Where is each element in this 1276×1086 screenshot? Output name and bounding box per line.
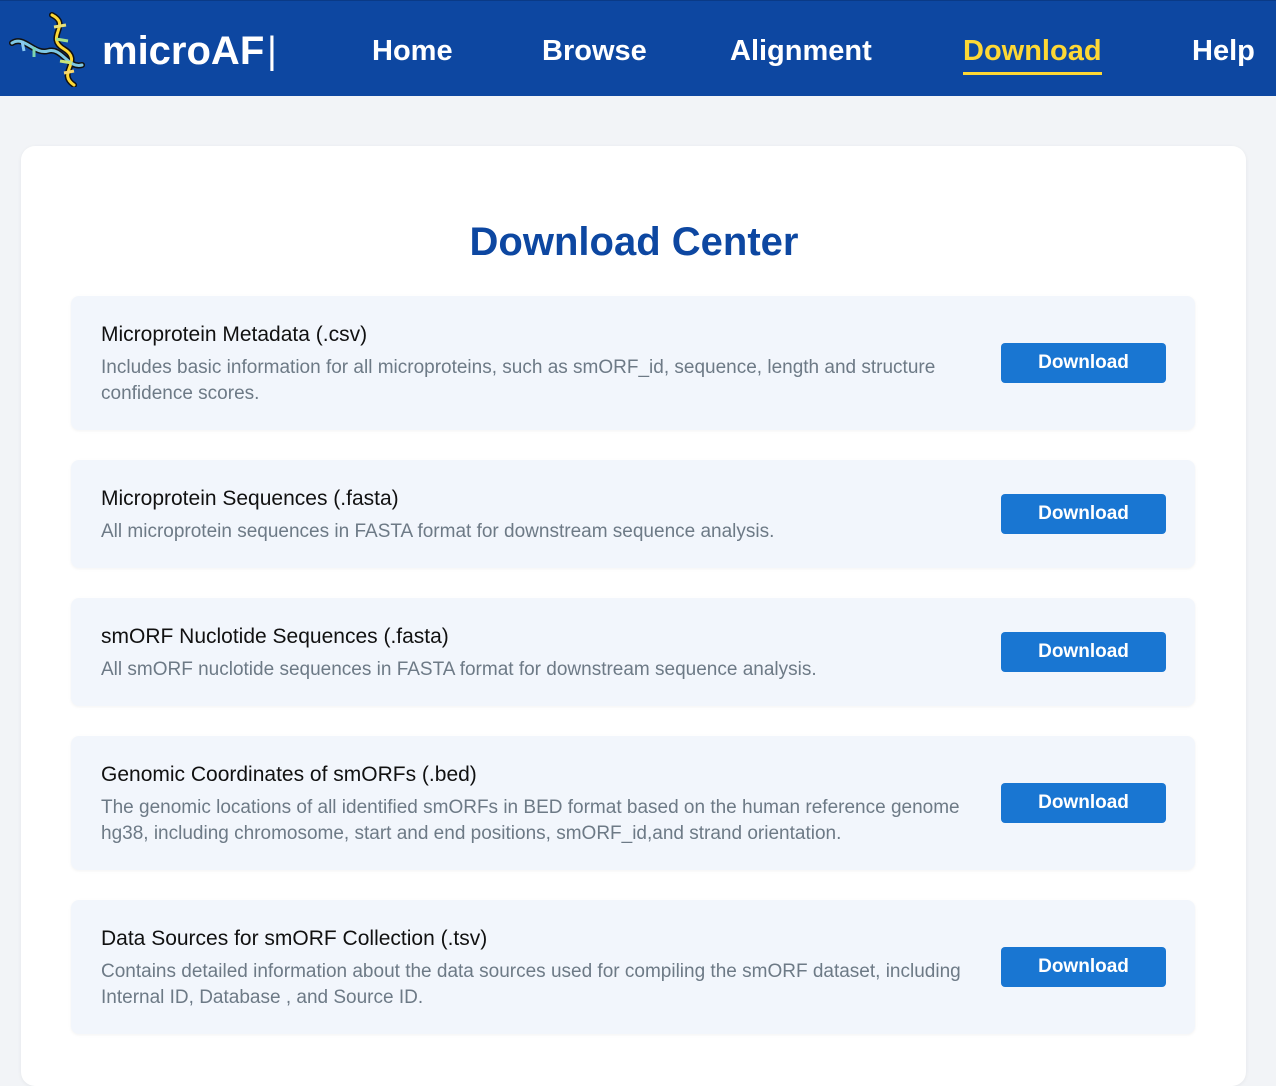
download-item-protein-sequences: Microprotein Sequences (.fasta) All micr… xyxy=(71,460,1195,568)
nav-help[interactable]: Help xyxy=(1192,31,1255,71)
download-item-metadata: Microprotein Metadata (.csv) Includes ba… xyxy=(71,296,1195,430)
item-title: Microprotein Metadata (.csv) xyxy=(101,323,368,346)
download-genomic-coordinates-button[interactable]: Download xyxy=(1001,783,1166,823)
download-metadata-button[interactable]: Download xyxy=(1001,343,1166,383)
brand-separator: | xyxy=(267,30,277,72)
download-item-nucleotide-sequences: smORF Nuclotide Sequences (.fasta) All s… xyxy=(71,598,1195,706)
download-data-sources-button[interactable]: Download xyxy=(1001,947,1166,987)
item-title: Genomic Coordinates of smORFs (.bed) xyxy=(101,763,477,786)
download-item-data-sources: Data Sources for smORF Collection (.tsv)… xyxy=(71,900,1195,1034)
item-title: Data Sources for smORF Collection (.tsv) xyxy=(101,927,488,950)
item-title: Microprotein Sequences (.fasta) xyxy=(101,487,399,510)
item-description: The genomic locations of all identified … xyxy=(101,797,960,844)
item-title: smORF Nuclotide Sequences (.fasta) xyxy=(101,625,449,648)
nav-download[interactable]: Download xyxy=(963,31,1102,75)
top-navbar: microAF | Home Browse Alignment Download… xyxy=(0,0,1276,96)
item-description: Contains detailed information about the … xyxy=(101,961,961,1008)
nav-alignment[interactable]: Alignment xyxy=(730,31,872,71)
nav-browse[interactable]: Browse xyxy=(542,31,647,71)
download-protein-sequences-button[interactable]: Download xyxy=(1001,494,1166,534)
page-title: Download Center xyxy=(469,220,799,264)
download-nucleotide-sequences-button[interactable]: Download xyxy=(1001,632,1166,672)
brand-name[interactable]: microAF xyxy=(102,27,264,75)
item-description: All microprotein sequences in FASTA form… xyxy=(101,521,775,542)
download-item-genomic-coordinates: Genomic Coordinates of smORFs (.bed) The… xyxy=(71,736,1195,870)
item-description: Includes basic information for all micro… xyxy=(101,357,936,404)
nav-home[interactable]: Home xyxy=(372,31,453,71)
item-description: All smORF nuclotide sequences in FASTA f… xyxy=(101,659,817,680)
dna-helix-icon[interactable] xyxy=(8,11,88,88)
